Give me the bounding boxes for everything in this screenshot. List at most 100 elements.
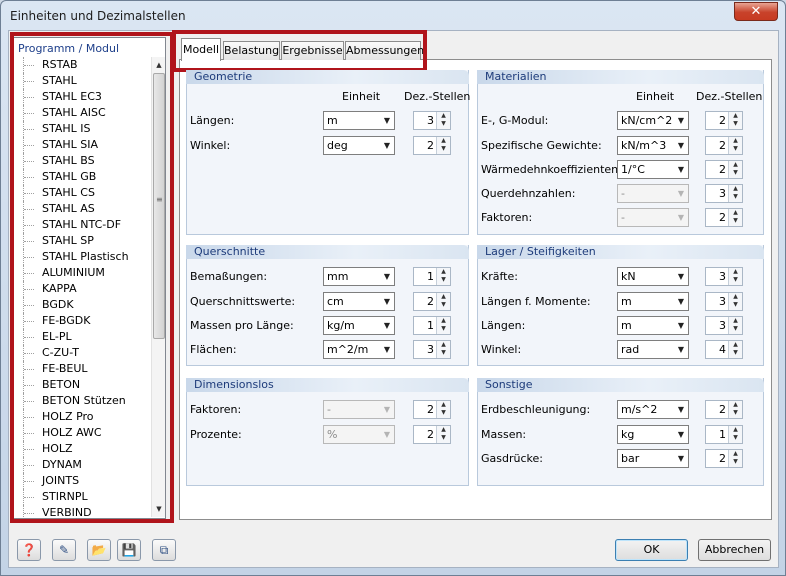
stepper-up-icon[interactable]: ▲ xyxy=(437,293,450,301)
decimals-stepper[interactable]: 3 ▲ ▼ xyxy=(413,340,451,359)
unit-select[interactable]: m ▼ xyxy=(617,316,689,335)
stepper-up-icon[interactable]: ▲ xyxy=(437,317,450,325)
stepper-up-icon[interactable]: ▲ xyxy=(437,137,450,145)
decimals-stepper[interactable]: 3 ▲ ▼ xyxy=(705,292,743,311)
stepper-buttons[interactable]: ▲ ▼ xyxy=(728,161,742,178)
unit-select[interactable]: kg/m ▼ xyxy=(323,316,395,335)
stepper-buttons[interactable]: ▲ ▼ xyxy=(728,341,742,358)
unit-select[interactable]: 1/°C ▼ xyxy=(617,160,689,179)
decimals-stepper[interactable]: 3 ▲ ▼ xyxy=(705,184,743,203)
unit-select[interactable]: m/s^2 ▼ xyxy=(617,400,689,419)
unit-select[interactable]: kg ▼ xyxy=(617,425,689,444)
stepper-down-icon[interactable]: ▼ xyxy=(437,120,450,128)
unit-select[interactable]: mm ▼ xyxy=(323,267,395,286)
stepper-buttons[interactable]: ▲ ▼ xyxy=(728,112,742,129)
unit-select[interactable]: deg ▼ xyxy=(323,136,395,155)
unit-select[interactable]: kN ▼ xyxy=(617,267,689,286)
stepper-buttons[interactable]: ▲ ▼ xyxy=(436,112,450,129)
decimals-stepper[interactable]: 1 ▲ ▼ xyxy=(413,316,451,335)
stepper-up-icon[interactable]: ▲ xyxy=(729,137,742,145)
stepper-down-icon[interactable]: ▼ xyxy=(437,276,450,284)
stepper-down-icon[interactable]: ▼ xyxy=(437,325,450,333)
unit-select[interactable]: m^2/m ▼ xyxy=(323,340,395,359)
stepper-buttons[interactable]: ▲ ▼ xyxy=(728,293,742,310)
save-button[interactable]: 💾 xyxy=(117,539,141,561)
stepper-up-icon[interactable]: ▲ xyxy=(437,341,450,349)
decimals-stepper[interactable]: 1 ▲ ▼ xyxy=(413,267,451,286)
tab-modell[interactable]: Modell xyxy=(181,38,221,61)
decimals-stepper[interactable]: 2 ▲ ▼ xyxy=(413,136,451,155)
stepper-up-icon[interactable]: ▲ xyxy=(729,209,742,217)
stepper-up-icon[interactable]: ▲ xyxy=(729,268,742,276)
stepper-down-icon[interactable]: ▼ xyxy=(729,349,742,357)
stepper-down-icon[interactable]: ▼ xyxy=(437,349,450,357)
stepper-down-icon[interactable]: ▼ xyxy=(437,409,450,417)
stepper-down-icon[interactable]: ▼ xyxy=(729,169,742,177)
stepper-up-icon[interactable]: ▲ xyxy=(729,293,742,301)
stepper-buttons[interactable]: ▲ ▼ xyxy=(436,401,450,418)
decimals-stepper[interactable]: 3 ▲ ▼ xyxy=(705,267,743,286)
stepper-down-icon[interactable]: ▼ xyxy=(729,409,742,417)
stepper-up-icon[interactable]: ▲ xyxy=(729,161,742,169)
decimals-stepper[interactable]: 2 ▲ ▼ xyxy=(705,449,743,468)
ok-button[interactable]: OK xyxy=(615,539,688,561)
stepper-buttons[interactable]: ▲ ▼ xyxy=(728,137,742,154)
stepper-buttons[interactable]: ▲ ▼ xyxy=(728,426,742,443)
unit-select[interactable]: m ▼ xyxy=(617,292,689,311)
stepper-down-icon[interactable]: ▼ xyxy=(729,217,742,225)
stepper-buttons[interactable]: ▲ ▼ xyxy=(436,293,450,310)
stepper-buttons[interactable]: ▲ ▼ xyxy=(728,317,742,334)
stepper-down-icon[interactable]: ▼ xyxy=(437,301,450,309)
unit-select[interactable]: bar ▼ xyxy=(617,449,689,468)
decimals-stepper[interactable]: 3 ▲ ▼ xyxy=(413,111,451,130)
stepper-down-icon[interactable]: ▼ xyxy=(729,276,742,284)
stepper-down-icon[interactable]: ▼ xyxy=(729,434,742,442)
stepper-up-icon[interactable]: ▲ xyxy=(729,112,742,120)
stepper-up-icon[interactable]: ▲ xyxy=(437,268,450,276)
decimals-stepper[interactable]: 2 ▲ ▼ xyxy=(413,400,451,419)
stepper-buttons[interactable]: ▲ ▼ xyxy=(436,317,450,334)
stepper-up-icon[interactable]: ▲ xyxy=(437,426,450,434)
stepper-buttons[interactable]: ▲ ▼ xyxy=(436,137,450,154)
stepper-down-icon[interactable]: ▼ xyxy=(729,301,742,309)
stepper-buttons[interactable]: ▲ ▼ xyxy=(728,209,742,226)
stepper-down-icon[interactable]: ▼ xyxy=(729,120,742,128)
stepper-up-icon[interactable]: ▲ xyxy=(729,401,742,409)
stepper-down-icon[interactable]: ▼ xyxy=(437,434,450,442)
stepper-buttons[interactable]: ▲ ▼ xyxy=(436,341,450,358)
stepper-up-icon[interactable]: ▲ xyxy=(437,112,450,120)
stepper-up-icon[interactable]: ▲ xyxy=(437,401,450,409)
decimals-stepper[interactable]: 1 ▲ ▼ xyxy=(705,425,743,444)
stepper-down-icon[interactable]: ▼ xyxy=(729,145,742,153)
close-button[interactable]: ✕ xyxy=(734,2,778,21)
decimals-stepper[interactable]: 2 ▲ ▼ xyxy=(705,136,743,155)
stepper-buttons[interactable]: ▲ ▼ xyxy=(728,401,742,418)
stepper-down-icon[interactable]: ▼ xyxy=(729,193,742,201)
stepper-up-icon[interactable]: ▲ xyxy=(729,426,742,434)
stepper-buttons[interactable]: ▲ ▼ xyxy=(728,450,742,467)
import-button[interactable]: ⧉ xyxy=(152,539,176,561)
open-button[interactable]: 📂 xyxy=(87,539,111,561)
stepper-down-icon[interactable]: ▼ xyxy=(437,145,450,153)
stepper-buttons[interactable]: ▲ ▼ xyxy=(436,426,450,443)
decimals-stepper[interactable]: 2 ▲ ▼ xyxy=(705,160,743,179)
stepper-buttons[interactable]: ▲ ▼ xyxy=(436,268,450,285)
decimals-stepper[interactable]: 2 ▲ ▼ xyxy=(705,400,743,419)
stepper-up-icon[interactable]: ▲ xyxy=(729,341,742,349)
unit-select[interactable]: kN/m^3 ▼ xyxy=(617,136,689,155)
stepper-down-icon[interactable]: ▼ xyxy=(729,458,742,466)
unit-select[interactable]: kN/cm^2 ▼ xyxy=(617,111,689,130)
stepper-up-icon[interactable]: ▲ xyxy=(729,317,742,325)
edit-button[interactable]: ✎ xyxy=(52,539,76,561)
stepper-buttons[interactable]: ▲ ▼ xyxy=(728,185,742,202)
decimals-stepper[interactable]: 2 ▲ ▼ xyxy=(413,292,451,311)
cancel-button[interactable]: Abbrechen xyxy=(698,539,771,561)
help-button[interactable]: ❓ xyxy=(17,539,41,561)
stepper-up-icon[interactable]: ▲ xyxy=(729,450,742,458)
unit-select[interactable]: cm ▼ xyxy=(323,292,395,311)
unit-select[interactable]: m ▼ xyxy=(323,111,395,130)
decimals-stepper[interactable]: 2 ▲ ▼ xyxy=(705,111,743,130)
decimals-stepper[interactable]: 2 ▲ ▼ xyxy=(413,425,451,444)
stepper-up-icon[interactable]: ▲ xyxy=(729,185,742,193)
stepper-buttons[interactable]: ▲ ▼ xyxy=(728,268,742,285)
